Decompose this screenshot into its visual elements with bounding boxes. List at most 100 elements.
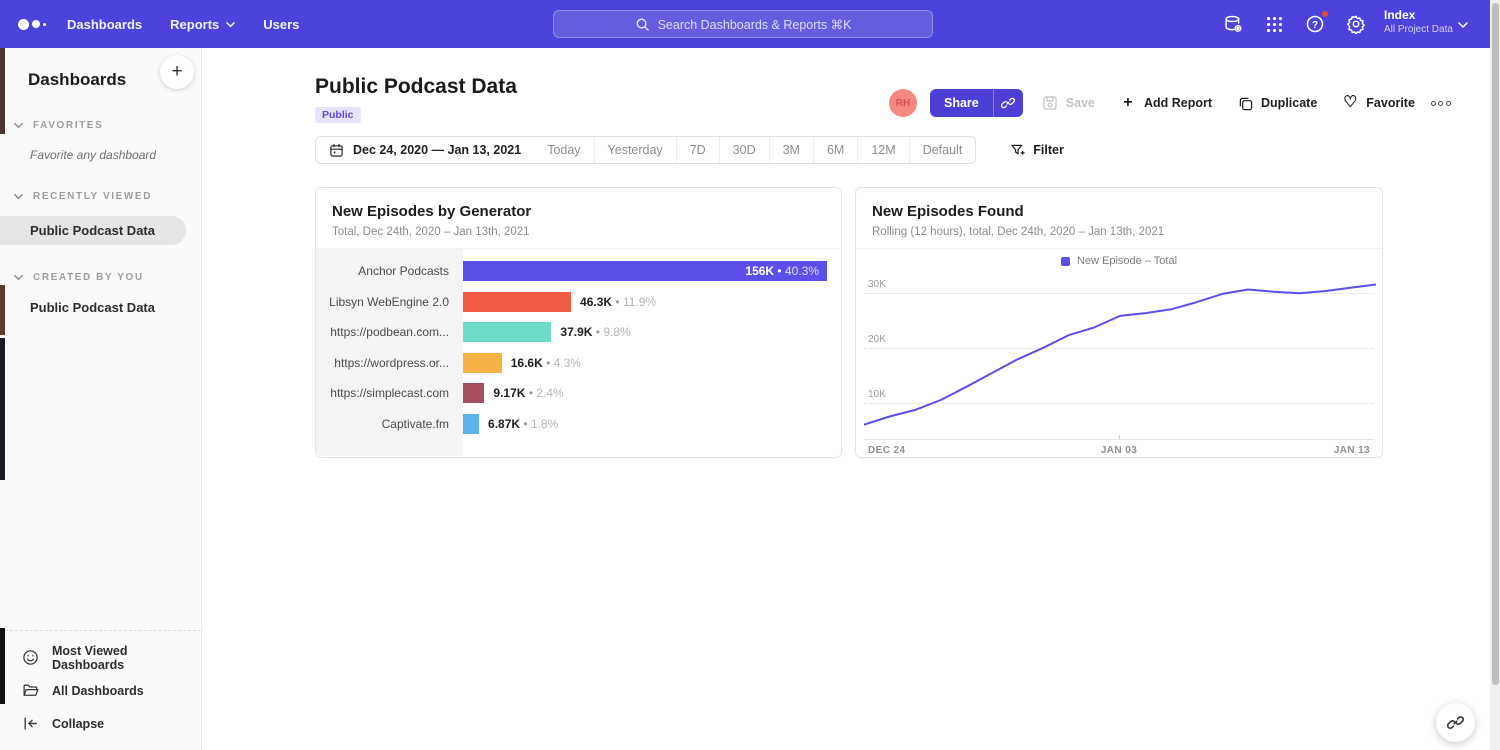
folder-icon xyxy=(22,682,39,699)
link-icon xyxy=(1447,714,1464,731)
duplicate-button[interactable]: Duplicate xyxy=(1237,95,1317,111)
settings-icon[interactable] xyxy=(1345,13,1367,35)
x-tick-label: JAN 13 xyxy=(1334,445,1370,456)
top-navigation: Dashboards Reports Users xyxy=(67,17,299,32)
dashboard-actions: RH Share Save + Add Report Duplicate ♡ F… xyxy=(889,89,1451,117)
avatar[interactable]: RH xyxy=(889,89,917,117)
preset-default[interactable]: Default xyxy=(909,137,976,163)
bar[interactable] xyxy=(463,383,484,403)
most-viewed-dashboards-link[interactable]: Most Viewed Dashboards xyxy=(0,641,201,674)
nav-dashboards[interactable]: Dashboards xyxy=(67,17,142,32)
new-dashboard-button[interactable]: + xyxy=(160,55,194,89)
chevron-down-icon[interactable] xyxy=(1458,20,1468,30)
card-subtitle: Rolling (12 hours), total, Dec 24th, 202… xyxy=(872,226,1366,238)
apps-grid-icon[interactable] xyxy=(1263,13,1285,35)
bar-category-label: Anchor Podcasts xyxy=(316,264,463,278)
date-range-picker[interactable]: Dec 24, 2020 — Jan 13, 2021 xyxy=(316,137,534,163)
bar[interactable] xyxy=(463,292,571,312)
bar-row: https://podbean.com...37.9K • 9.8% xyxy=(316,317,827,348)
preset-12m[interactable]: 12M xyxy=(857,137,908,163)
app-logo[interactable] xyxy=(18,0,46,48)
share-split-button: Share xyxy=(930,89,1023,117)
bar-value-label: 156K • 40.3% xyxy=(745,261,819,281)
save-button[interactable]: Save xyxy=(1042,95,1095,111)
collapse-sidebar-button[interactable]: Collapse xyxy=(0,707,201,740)
card-title: New Episodes by Generator xyxy=(332,203,825,220)
chevron-down-icon xyxy=(14,192,23,201)
bar-row: https://wordpress.or... 16.6K • 4.3% xyxy=(316,348,827,379)
link-icon xyxy=(1001,96,1015,110)
bar-value-label: 46.3K • 11.9% xyxy=(580,292,656,312)
bar-row: https://simplecast.com9.17K • 2.4% xyxy=(316,378,827,409)
notification-badge xyxy=(1321,10,1329,18)
add-report-button[interactable]: + Add Report xyxy=(1120,95,1212,111)
line-series xyxy=(864,273,1376,439)
scrollbar-thumb[interactable] xyxy=(1492,3,1499,685)
save-icon xyxy=(1042,95,1058,111)
calendar-icon xyxy=(329,143,344,158)
more-options-button[interactable] xyxy=(1431,101,1451,106)
section-recently-viewed[interactable]: RECENTLY VIEWED xyxy=(0,191,201,202)
search-placeholder: Search Dashboards & Reports ⌘K xyxy=(658,17,852,32)
bar[interactable]: 156K • 40.3% xyxy=(463,261,827,281)
preset-yesterday[interactable]: Yesterday xyxy=(594,137,676,163)
smiley-icon xyxy=(22,649,39,666)
legend-label: New Episode – Total xyxy=(1077,255,1177,267)
card-new-episodes-by-generator: New Episodes by Generator Total, Dec 24t… xyxy=(315,187,842,458)
bar-row: Anchor Podcasts 156K • 40.3% xyxy=(316,256,827,287)
favorite-button[interactable]: ♡ Favorite xyxy=(1342,95,1415,111)
bar-row: Libsyn WebEngine 2.0 46.3K • 11.9% xyxy=(316,287,827,318)
preset-today[interactable]: Today xyxy=(534,137,593,163)
bar[interactable] xyxy=(463,322,551,342)
bar-rows: Anchor Podcasts 156K • 40.3% Libsyn WebEng… xyxy=(316,256,827,439)
x-tick-label: JAN 03 xyxy=(1101,445,1137,456)
preset-3m[interactable]: 3M xyxy=(769,137,813,163)
project-switcher[interactable]: Index All Project Data xyxy=(1384,8,1453,35)
card-header: New Episodes Found Rolling (12 hours), t… xyxy=(856,188,1382,249)
all-dashboards-link[interactable]: All Dashboards xyxy=(0,674,201,707)
topbar: Dashboards Reports Users Search Dashboar… xyxy=(0,0,1500,48)
section-created-by-you[interactable]: CREATED BY YOU xyxy=(0,272,201,283)
data-management-icon[interactable] xyxy=(1222,13,1244,35)
nav-reports[interactable]: Reports xyxy=(170,17,235,32)
scrollbar-track[interactable] xyxy=(1490,0,1500,750)
bar-category-label: Captivate.fm xyxy=(316,417,463,431)
section-favorites[interactable]: FAVORITES xyxy=(0,120,201,131)
sidebar-footer: Most Viewed Dashboards All Dashboards Co… xyxy=(0,630,201,750)
search-icon xyxy=(635,17,650,32)
bar-category-label: https://podbean.com... xyxy=(316,325,463,339)
bar-value-label: 9.17K • 2.4% xyxy=(493,383,563,403)
bar[interactable] xyxy=(463,353,502,373)
bar[interactable] xyxy=(463,414,479,434)
card-subtitle: Total, Dec 24th, 2020 – Jan 13th, 2021 xyxy=(332,226,825,238)
copy-link-fab[interactable] xyxy=(1436,703,1475,742)
bar-value-label: 6.87K • 1.8% xyxy=(488,414,558,434)
bar-category-label: https://wordpress.or... xyxy=(316,356,463,370)
filter-icon xyxy=(1010,143,1025,158)
filter-button[interactable]: Filter xyxy=(1010,143,1064,158)
preset-6m[interactable]: 6M xyxy=(813,137,857,163)
bar-row: Captivate.fm 6.87K • 1.8% xyxy=(316,409,827,440)
help-icon[interactable]: ? xyxy=(1304,13,1326,35)
heart-icon: ♡ xyxy=(1342,95,1358,111)
sidebar-item-public-podcast-data[interactable]: Public Podcast Data xyxy=(0,216,186,245)
bar-value-label: 16.6K • 4.3% xyxy=(511,353,581,373)
bar-category-label: Libsyn WebEngine 2.0 xyxy=(316,295,463,309)
chevron-down-icon xyxy=(14,273,23,282)
public-badge: Public xyxy=(315,107,361,123)
search-input[interactable]: Search Dashboards & Reports ⌘K xyxy=(553,10,933,38)
line-chart: 10K20K30K xyxy=(864,273,1374,439)
share-link-button[interactable] xyxy=(993,89,1023,117)
preset-30d[interactable]: 30D xyxy=(719,137,769,163)
topbar-icons: ? xyxy=(1222,0,1367,48)
nav-users[interactable]: Users xyxy=(263,17,299,32)
bar-chart: Anchor Podcasts 156K • 40.3% Libsyn WebEng… xyxy=(316,249,841,456)
preset-7d[interactable]: 7D xyxy=(676,137,719,163)
date-range-group: Dec 24, 2020 — Jan 13, 2021 TodayYesterd… xyxy=(315,136,976,164)
sidebar-item-public-podcast-data-created[interactable]: Public Podcast Data xyxy=(0,300,201,315)
date-presets: TodayYesterday7D30D3M6M12MDefault xyxy=(534,137,975,163)
plus-icon: + xyxy=(1120,95,1136,111)
share-button[interactable]: Share xyxy=(930,89,993,117)
card-header: New Episodes by Generator Total, Dec 24t… xyxy=(316,188,841,249)
project-name: Index xyxy=(1384,8,1453,22)
